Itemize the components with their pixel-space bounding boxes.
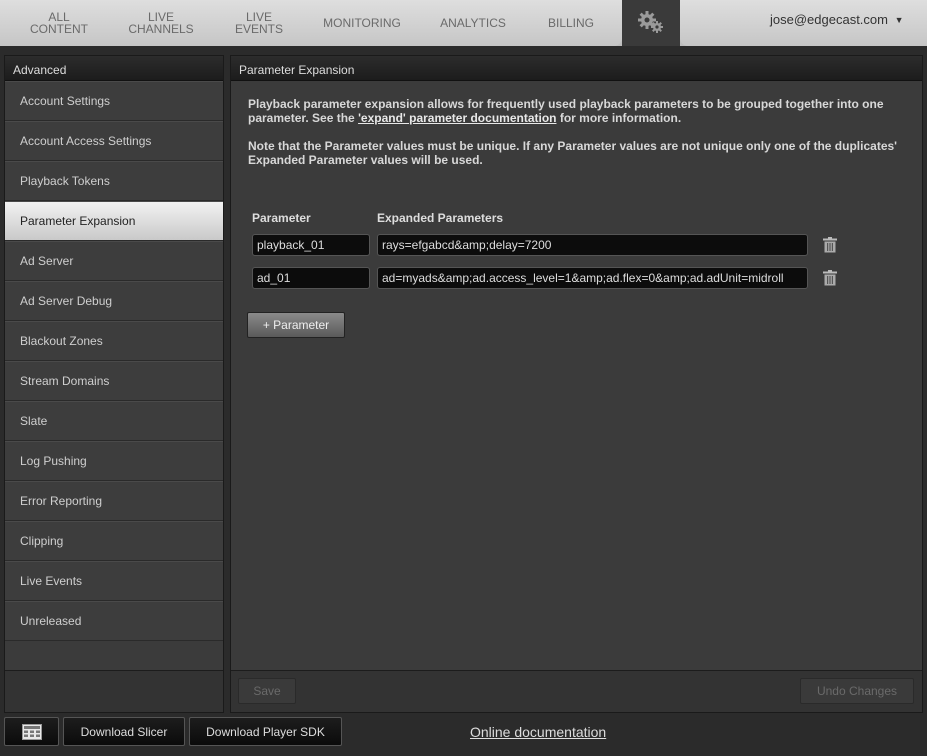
sidebar-header: Advanced [5,56,223,81]
description-part: for more information. [556,111,682,125]
tab-billing[interactable]: BILLING [540,0,602,46]
sidebar-item-account-access-settings[interactable]: Account Access Settings [5,121,223,161]
sidebar-list: Account Settings Account Access Settings P… [5,81,223,641]
panel-title: Parameter Expansion [231,56,922,81]
sidebar-item-account-settings[interactable]: Account Settings [5,81,223,121]
panel-body: Playback parameter expansion allows for … [231,81,922,167]
sidebar-item-ad-server-debug[interactable]: Ad Server Debug [5,281,223,321]
panel-footer: Save Undo Changes [231,670,922,712]
top-nav: ALL CONTENT LIVE CHANNELS LIVE EVENTS MO… [0,0,927,46]
expanded-parameters-input[interactable]: rays=efgabcd&amp;delay=7200 [377,234,808,256]
download-player-sdk-button[interactable]: Download Player SDK [189,717,342,746]
online-documentation-link[interactable]: Online documentation [470,724,606,740]
sidebar-item-slate[interactable]: Slate [5,401,223,441]
save-button[interactable]: Save [238,678,296,704]
sidebar-item-live-events[interactable]: Live Events [5,561,223,601]
description-text: Playback parameter expansion allows for … [248,97,898,125]
add-parameter-button[interactable]: + Parameter [247,312,345,338]
download-slicer-button[interactable]: Download Slicer [63,717,185,746]
sidebar-item-error-reporting[interactable]: Error Reporting [5,481,223,521]
sidebar-item-unreleased[interactable]: Unreleased [5,601,223,641]
expanded-parameters-input[interactable]: ad=myads&amp;ad.access_level=1&amp;ad.fl… [377,267,808,289]
gears-icon[interactable] [636,8,666,36]
tab-all-content[interactable]: ALL CONTENT [22,0,96,46]
note-text: Note that the Parameter values must be u… [248,139,898,167]
chevron-down-icon: ▼ [894,15,904,25]
expand-doc-link[interactable]: 'expand' parameter documentation [358,111,556,125]
calculator-icon [21,723,42,740]
calculator-icon-button[interactable] [4,717,59,746]
user-email: jose@edgecast.com [770,12,888,27]
sidebar-item-parameter-expansion[interactable]: Parameter Expansion [5,201,223,241]
sidebar-item-blackout-zones[interactable]: Blackout Zones [5,321,223,361]
tab-analytics[interactable]: ANALYTICS [432,0,514,46]
tab-live-events[interactable]: LIVE EVENTS [224,0,294,46]
sidebar-item-log-pushing[interactable]: Log Pushing [5,441,223,481]
trash-icon[interactable] [823,237,837,253]
tab-live-channels[interactable]: LIVE CHANNELS [122,0,200,46]
parameter-input[interactable]: ad_01 [252,267,370,289]
undo-changes-button[interactable]: Undo Changes [800,678,914,704]
sidebar: Advanced Account Settings Account Access … [4,55,224,713]
parameter-input[interactable]: playback_01 [252,234,370,256]
user-menu[interactable]: jose@edgecast.com ▼ [770,12,904,27]
sidebar-item-clipping[interactable]: Clipping [5,521,223,561]
tab-monitoring[interactable]: MONITORING [318,0,406,46]
column-header-parameter: Parameter [252,211,311,225]
trash-icon[interactable] [823,270,837,286]
sidebar-footer [5,670,223,712]
sidebar-item-stream-domains[interactable]: Stream Domains [5,361,223,401]
main-panel: Parameter Expansion Playback parameter e… [230,55,923,713]
sidebar-item-playback-tokens[interactable]: Playback Tokens [5,161,223,201]
sidebar-item-ad-server[interactable]: Ad Server [5,241,223,281]
column-header-expanded: Expanded Parameters [377,211,504,225]
